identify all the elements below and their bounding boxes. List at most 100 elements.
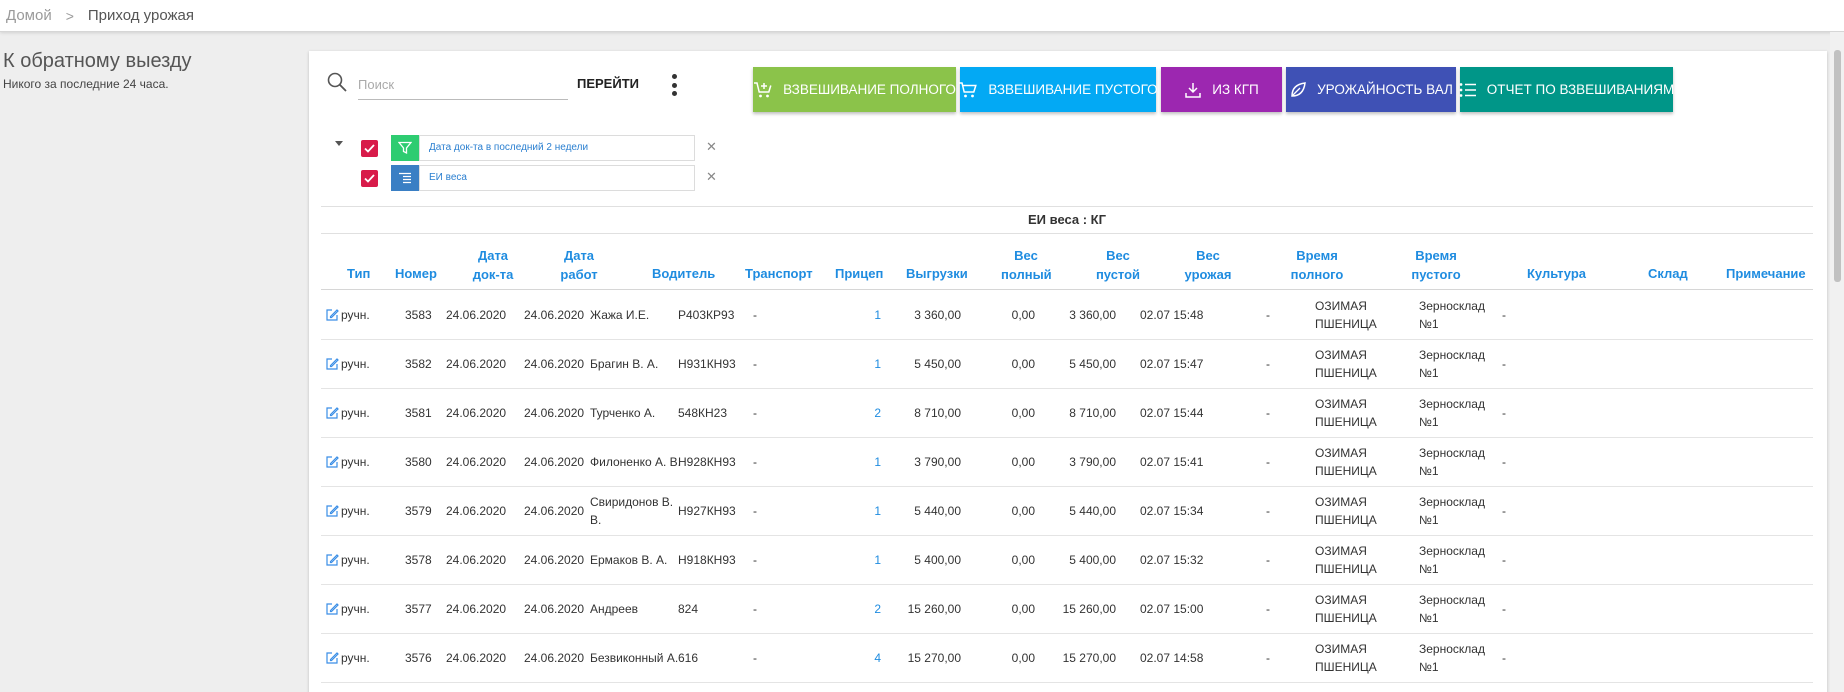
column-header-driver[interactable]: Водитель	[652, 264, 715, 283]
cell-type: ручн.	[341, 406, 370, 420]
column-header-doc-date[interactable]: Дата док-та	[463, 246, 523, 284]
cell-number: 3580	[405, 455, 432, 469]
edit-icon[interactable]	[325, 602, 339, 616]
cell-weight-full: 5 440,00	[914, 504, 961, 518]
unloads-link[interactable]: 1	[871, 502, 881, 520]
search-input[interactable]	[358, 70, 568, 100]
unloads-link[interactable]: 1	[871, 453, 881, 471]
cell-doc-date: 24.06.2020	[446, 602, 507, 616]
cell-time-full: 02.07 15:48	[1140, 308, 1204, 322]
filter-checkbox[interactable]	[361, 140, 378, 157]
cell-weight-full: 5 450,00	[914, 357, 961, 371]
close-icon[interactable]: ✕	[706, 139, 717, 155]
edit-icon[interactable]	[325, 406, 339, 420]
weigh-empty-button[interactable]: ВЗВЕШИВАНИЕ ПУСТОГО	[959, 67, 1158, 112]
edit-icon[interactable]	[325, 308, 339, 322]
cell-work-date: 24.06.2020	[524, 308, 585, 322]
table-row[interactable]: ручн. 3577 24.06.2020 24.06.2020 Андреев…	[321, 585, 1813, 634]
cell-trailer: -	[753, 357, 757, 371]
column-header-work-date[interactable]: Дата работ	[559, 246, 599, 284]
table-row[interactable]: ручн. 3582 24.06.2020 24.06.2020 Брагин …	[321, 340, 1813, 389]
cell-crop: ОЗИМАЯ ПШЕНИЦА	[1315, 544, 1377, 576]
column-header-time-empty[interactable]: Время пустого	[1401, 246, 1471, 284]
more-vertical-icon[interactable]	[667, 71, 681, 99]
column-header-number[interactable]: Номер	[395, 264, 437, 283]
column-header-transport[interactable]: Транспорт	[745, 264, 813, 283]
cell-note: -	[1502, 308, 1506, 322]
table-row[interactable]: ручн. 3578 24.06.2020 24.06.2020 Ермаков…	[321, 536, 1813, 585]
unloads-link[interactable]: 1	[871, 551, 881, 569]
column-header-weight-empty[interactable]: Вес пустой	[1093, 246, 1143, 284]
breadcrumb-current: Приход урожая	[87, 7, 195, 24]
page-scrollbar[interactable]	[1830, 32, 1844, 692]
table-row[interactable]: ручн. 3579 24.06.2020 24.06.2020 Свиридо…	[321, 487, 1813, 536]
column-header-unloads[interactable]: Выгрузки	[906, 264, 968, 283]
table-row[interactable]: ручн. 3576 24.06.2020 24.06.2020 Безвико…	[321, 634, 1813, 683]
cell-weight-empty: 0,00	[1011, 553, 1035, 567]
weigh-full-button[interactable]: ВЗВЕШИВАНИЕ ПОЛНОГО	[753, 67, 956, 112]
cell-time-empty: -	[1266, 504, 1270, 518]
close-icon[interactable]: ✕	[706, 169, 717, 185]
column-header-time-full[interactable]: Время полного	[1282, 246, 1352, 284]
from-kgp-button[interactable]: ИЗ КГП	[1161, 67, 1282, 112]
cell-note: -	[1502, 504, 1506, 518]
column-header-trailer[interactable]: Прицеп	[835, 264, 883, 283]
cell-weight-crop: 15 270,00	[1062, 651, 1116, 665]
cell-work-date: 24.06.2020	[524, 553, 585, 567]
breadcrumb-home-link[interactable]: Домой	[6, 7, 52, 24]
edit-icon[interactable]	[325, 651, 339, 665]
search-icon[interactable]	[326, 71, 348, 93]
cell-weight-full: 15 270,00	[907, 651, 961, 665]
table-row[interactable]: ручн. 3580 24.06.2020 24.06.2020 Филонен…	[321, 438, 1813, 487]
cell-warehouse: Зерносклад №1	[1419, 397, 1485, 429]
group-label: ЕИ веса : КГ	[1028, 212, 1106, 227]
cart-icon	[959, 81, 978, 97]
unloads-link[interactable]: 2	[871, 404, 881, 422]
cell-driver: Андреев	[590, 602, 639, 616]
cell-type: ручн.	[341, 651, 370, 665]
column-header-crop[interactable]: Культура	[1527, 264, 1586, 283]
collapse-toggle-icon[interactable]	[335, 141, 343, 146]
unloads-link[interactable]: 1	[871, 355, 881, 373]
table-row[interactable]: ручн. 3581 24.06.2020 24.06.2020 Турченк…	[321, 389, 1813, 438]
cell-number: 3577	[405, 602, 432, 616]
cell-doc-date: 24.06.2020	[446, 455, 507, 469]
cell-driver: Безвиконный А.	[590, 651, 679, 665]
column-header-note[interactable]: Примечание	[1726, 264, 1806, 283]
column-header-warehouse[interactable]: Склад	[1648, 264, 1688, 283]
cell-warehouse: Зерносклад №1	[1419, 495, 1485, 527]
cell-weight-empty: 0,00	[1011, 651, 1035, 665]
cell-weight-crop: 15 260,00	[1062, 602, 1116, 616]
edit-icon[interactable]	[325, 553, 339, 567]
edit-icon[interactable]	[325, 504, 339, 518]
cell-transport: 616	[678, 651, 699, 665]
unloads-link[interactable]: 1	[871, 306, 881, 324]
unloads-link[interactable]: 4	[871, 649, 881, 667]
cell-trailer: -	[753, 308, 757, 322]
download-icon	[1185, 82, 1201, 98]
column-header-weight-crop[interactable]: Вес урожая	[1183, 246, 1233, 284]
cell-trailer: -	[753, 455, 757, 469]
list-icon	[1459, 82, 1476, 97]
edit-icon[interactable]	[325, 455, 339, 469]
cell-trailer: -	[753, 504, 757, 518]
cell-type: ручн.	[341, 553, 370, 567]
cell-weight-full: 8 710,00	[914, 406, 961, 420]
weighing-report-button[interactable]: ОТЧЕТ ПО ВЗВЕШИВАНИЯМ	[1459, 67, 1674, 112]
edit-icon[interactable]	[325, 357, 339, 371]
scrollbar-thumb[interactable]	[1834, 50, 1841, 282]
filter-date-field[interactable]: Дата док-та в последний 2 недели	[419, 135, 695, 161]
go-button[interactable]: ПЕРЕЙТИ	[569, 72, 647, 96]
group-checkbox[interactable]	[361, 170, 378, 187]
cell-work-date: 24.06.2020	[524, 455, 585, 469]
column-header-weight-full[interactable]: Вес полный	[1001, 246, 1052, 284]
group-unit-field[interactable]: ЕИ веса	[419, 165, 695, 191]
unloads-link[interactable]: 2	[871, 600, 881, 618]
column-header-type[interactable]: Тип	[347, 264, 370, 283]
cell-type: ручн.	[341, 602, 370, 616]
cell-doc-date: 24.06.2020	[446, 308, 507, 322]
crop-yield-button[interactable]: УРОЖАЙНОСТЬ ВАЛ	[1286, 67, 1456, 112]
table-row[interactable]: ручн. 3583 24.06.2020 24.06.2020 Жажа И.…	[321, 291, 1813, 340]
cell-crop: ОЗИМАЯ ПШЕНИЦА	[1315, 348, 1377, 380]
cart-add-icon	[754, 81, 772, 97]
